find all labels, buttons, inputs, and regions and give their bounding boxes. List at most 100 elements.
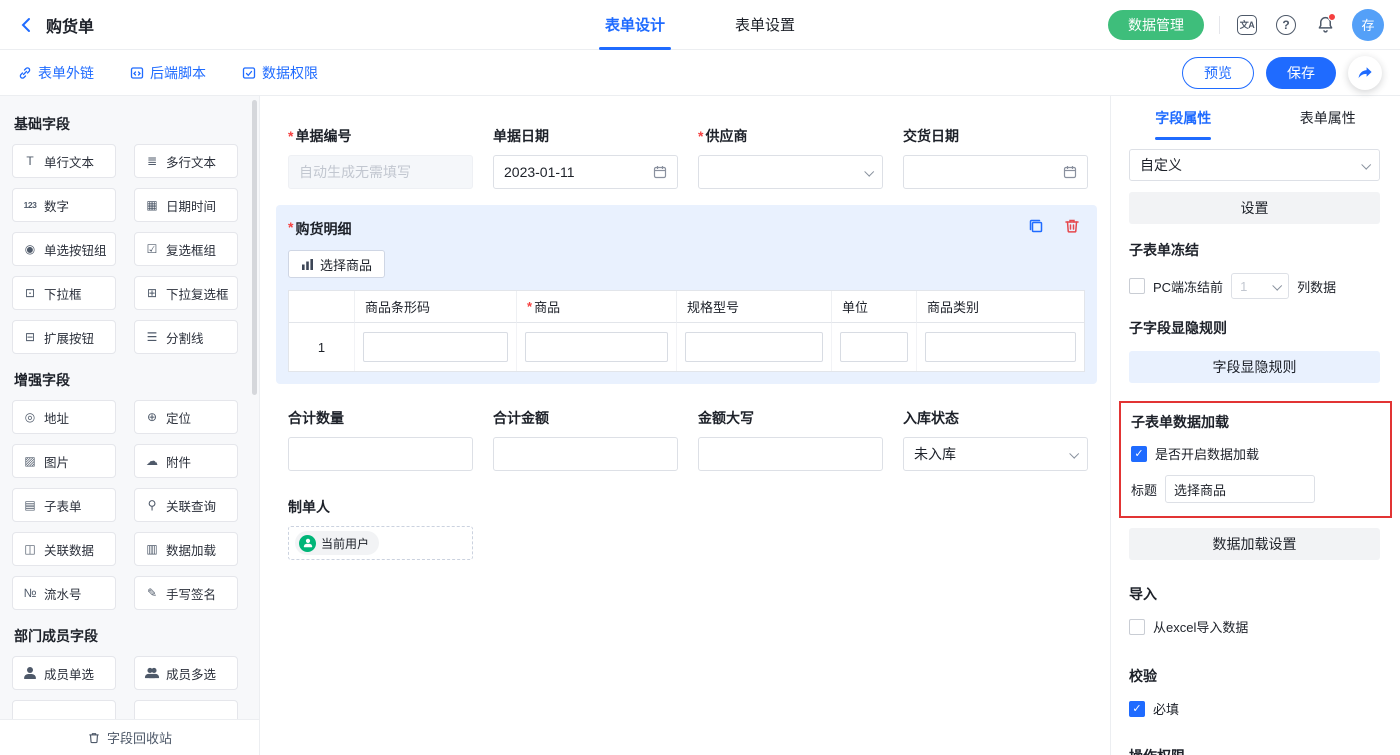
form-row-1: *单据编号 单据日期 2023-01-11 *供应商 交货日期 xyxy=(288,126,1110,189)
tab-form-settings[interactable]: 表单设置 xyxy=(729,0,801,50)
tab-field-properties[interactable]: 字段属性 xyxy=(1111,96,1256,140)
bar-chart-icon xyxy=(301,258,314,271)
field-supplier[interactable]: *供应商 xyxy=(698,126,883,189)
excel-import-checkbox[interactable] xyxy=(1129,619,1145,635)
data-manage-button[interactable]: 数据管理 xyxy=(1108,10,1204,40)
save-button[interactable]: 保存 xyxy=(1266,57,1336,89)
spec-input[interactable] xyxy=(685,332,823,362)
creator-box[interactable]: 当前用户 xyxy=(288,526,473,560)
share-button[interactable] xyxy=(1348,56,1382,90)
field-item-number[interactable]: 123数字 xyxy=(12,188,116,222)
field-type-select[interactable]: 自定义 xyxy=(1129,149,1380,181)
image-icon: ▨ xyxy=(21,454,39,468)
field-item-related-query[interactable]: ⚲关联查询 xyxy=(134,488,238,522)
unit-input[interactable] xyxy=(840,332,908,362)
tab-form-properties[interactable]: 表单属性 xyxy=(1256,96,1400,140)
help-icon[interactable]: ? xyxy=(1274,13,1298,37)
delete-icon[interactable] xyxy=(1063,217,1081,240)
amount-words-input-el[interactable] xyxy=(709,446,872,462)
freeze-checkbox-label: PC端冻结前 xyxy=(1153,277,1223,296)
back-button[interactable] xyxy=(18,16,36,34)
avatar[interactable]: 存 xyxy=(1352,9,1384,41)
cell-barcode xyxy=(355,323,517,371)
delivery-date-picker[interactable] xyxy=(903,155,1088,189)
field-recycle-bin[interactable]: 字段回收站 xyxy=(0,719,260,755)
field-item-label: 日期时间 xyxy=(166,196,216,215)
visibility-rules-button[interactable]: 字段显隐规则 xyxy=(1129,351,1380,383)
field-item-location[interactable]: ⊕定位 xyxy=(134,400,238,434)
field-item-attachment[interactable]: ☁附件 xyxy=(134,444,238,478)
required-checkbox[interactable] xyxy=(1129,701,1145,717)
total-amount-input[interactable] xyxy=(493,437,678,471)
total-qty-input[interactable] xyxy=(288,437,473,471)
field-item-datetime[interactable]: ▦日期时间 xyxy=(134,188,238,222)
total-amount-input-el[interactable] xyxy=(504,446,667,462)
cell-spec xyxy=(677,323,832,371)
field-delivery-date[interactable]: 交货日期 xyxy=(903,126,1088,189)
supplier-select[interactable] xyxy=(698,155,883,189)
backend-script-link[interactable]: 后端脚本 xyxy=(130,63,206,83)
data-load-checkbox[interactable] xyxy=(1131,446,1147,462)
notification-bell-icon[interactable] xyxy=(1313,13,1337,37)
field-doc-no[interactable]: *单据编号 xyxy=(288,126,473,189)
notification-dot xyxy=(1328,13,1336,21)
category-input[interactable] xyxy=(925,332,1076,362)
doc-no-input[interactable] xyxy=(288,155,473,189)
import-section-title: 导入 xyxy=(1129,584,1380,604)
settings-button[interactable]: 设置 xyxy=(1129,192,1380,224)
section-title-member: 部门成员字段 xyxy=(14,626,259,646)
subform-purchase-detail[interactable]: *购货明细 选择商品 商品条形码 *商品 规格型号 单位 商品类别 xyxy=(276,205,1097,384)
storage-status-select[interactable]: 未入库 xyxy=(903,437,1088,471)
col-header-unit: 单位 xyxy=(832,291,917,323)
cell-unit xyxy=(832,323,917,371)
field-item-data-load[interactable]: ▥数据加载 xyxy=(134,532,238,566)
product-input[interactable] xyxy=(525,332,668,362)
amount-words-input[interactable] xyxy=(698,437,883,471)
field-item-radio-group[interactable]: ◉单选按钮组 xyxy=(12,232,116,266)
field-item-select[interactable]: ⊡下拉框 xyxy=(12,276,116,310)
field-item-image[interactable]: ▨图片 xyxy=(12,444,116,478)
field-item-single-line-text[interactable]: T单行文本 xyxy=(12,144,116,178)
field-amount-words[interactable]: 金额大写 xyxy=(698,408,883,471)
copy-icon[interactable] xyxy=(1027,217,1045,240)
preview-button[interactable]: 预览 xyxy=(1182,57,1254,89)
field-total-amount[interactable]: 合计金额 xyxy=(493,408,678,471)
field-label: 入库状态 xyxy=(903,408,1088,428)
field-item-divider[interactable]: ☰分割线 xyxy=(134,320,238,354)
field-item-checkbox-group[interactable]: ☑复选框组 xyxy=(134,232,238,266)
form-external-link[interactable]: 表单外链 xyxy=(18,63,94,83)
sidebar-scrollbar[interactable] xyxy=(252,100,257,395)
field-storage-status[interactable]: 入库状态 未入库 xyxy=(903,408,1088,471)
field-item-subform[interactable]: ▤子表单 xyxy=(12,488,116,522)
field-creator[interactable]: 制单人 当前用户 xyxy=(288,497,1110,560)
select-product-button[interactable]: 选择商品 xyxy=(288,250,385,278)
translate-icon[interactable]: 文A xyxy=(1235,13,1259,37)
data-permission-link[interactable]: 数据权限 xyxy=(242,63,318,83)
top-bar-right: 数据管理 文A ? 存 xyxy=(1108,9,1384,41)
field-item-member-multi[interactable]: 成员多选 xyxy=(134,656,238,690)
field-item-signature[interactable]: ✎手写签名 xyxy=(134,576,238,610)
freeze-count-select[interactable]: 1 xyxy=(1231,273,1289,299)
field-item-serial-number[interactable]: №流水号 xyxy=(12,576,116,610)
barcode-input[interactable] xyxy=(363,332,508,362)
field-item-multi-select[interactable]: ⊞下拉复选框 xyxy=(134,276,238,310)
field-item-address[interactable]: ◎地址 xyxy=(12,400,116,434)
field-item-extend-button[interactable]: ⊟扩展按钮 xyxy=(12,320,116,354)
field-item-related-data[interactable]: ◫关联数据 xyxy=(12,532,116,566)
doc-no-input-el[interactable] xyxy=(299,164,462,180)
freeze-suffix-label: 列数据 xyxy=(1297,277,1336,296)
total-qty-input-el[interactable] xyxy=(299,446,462,462)
field-item-multi-line-text[interactable]: ≣多行文本 xyxy=(134,144,238,178)
title-label: 标题 xyxy=(1131,480,1157,499)
freeze-checkbox[interactable] xyxy=(1129,278,1145,294)
field-doc-date[interactable]: 单据日期 2023-01-11 xyxy=(493,126,678,189)
tab-form-design[interactable]: 表单设计 xyxy=(599,0,671,50)
tab-label: 表单设置 xyxy=(735,14,795,35)
data-load-settings-button[interactable]: 数据加载设置 xyxy=(1129,528,1380,560)
validate-section-title: 校验 xyxy=(1129,666,1380,686)
doc-date-picker[interactable]: 2023-01-11 xyxy=(493,155,678,189)
field-item-label: 定位 xyxy=(166,408,191,427)
field-item-member-single[interactable]: 成员单选 xyxy=(12,656,116,690)
data-load-title-input[interactable] xyxy=(1165,475,1315,503)
field-total-qty[interactable]: 合计数量 xyxy=(288,408,473,471)
